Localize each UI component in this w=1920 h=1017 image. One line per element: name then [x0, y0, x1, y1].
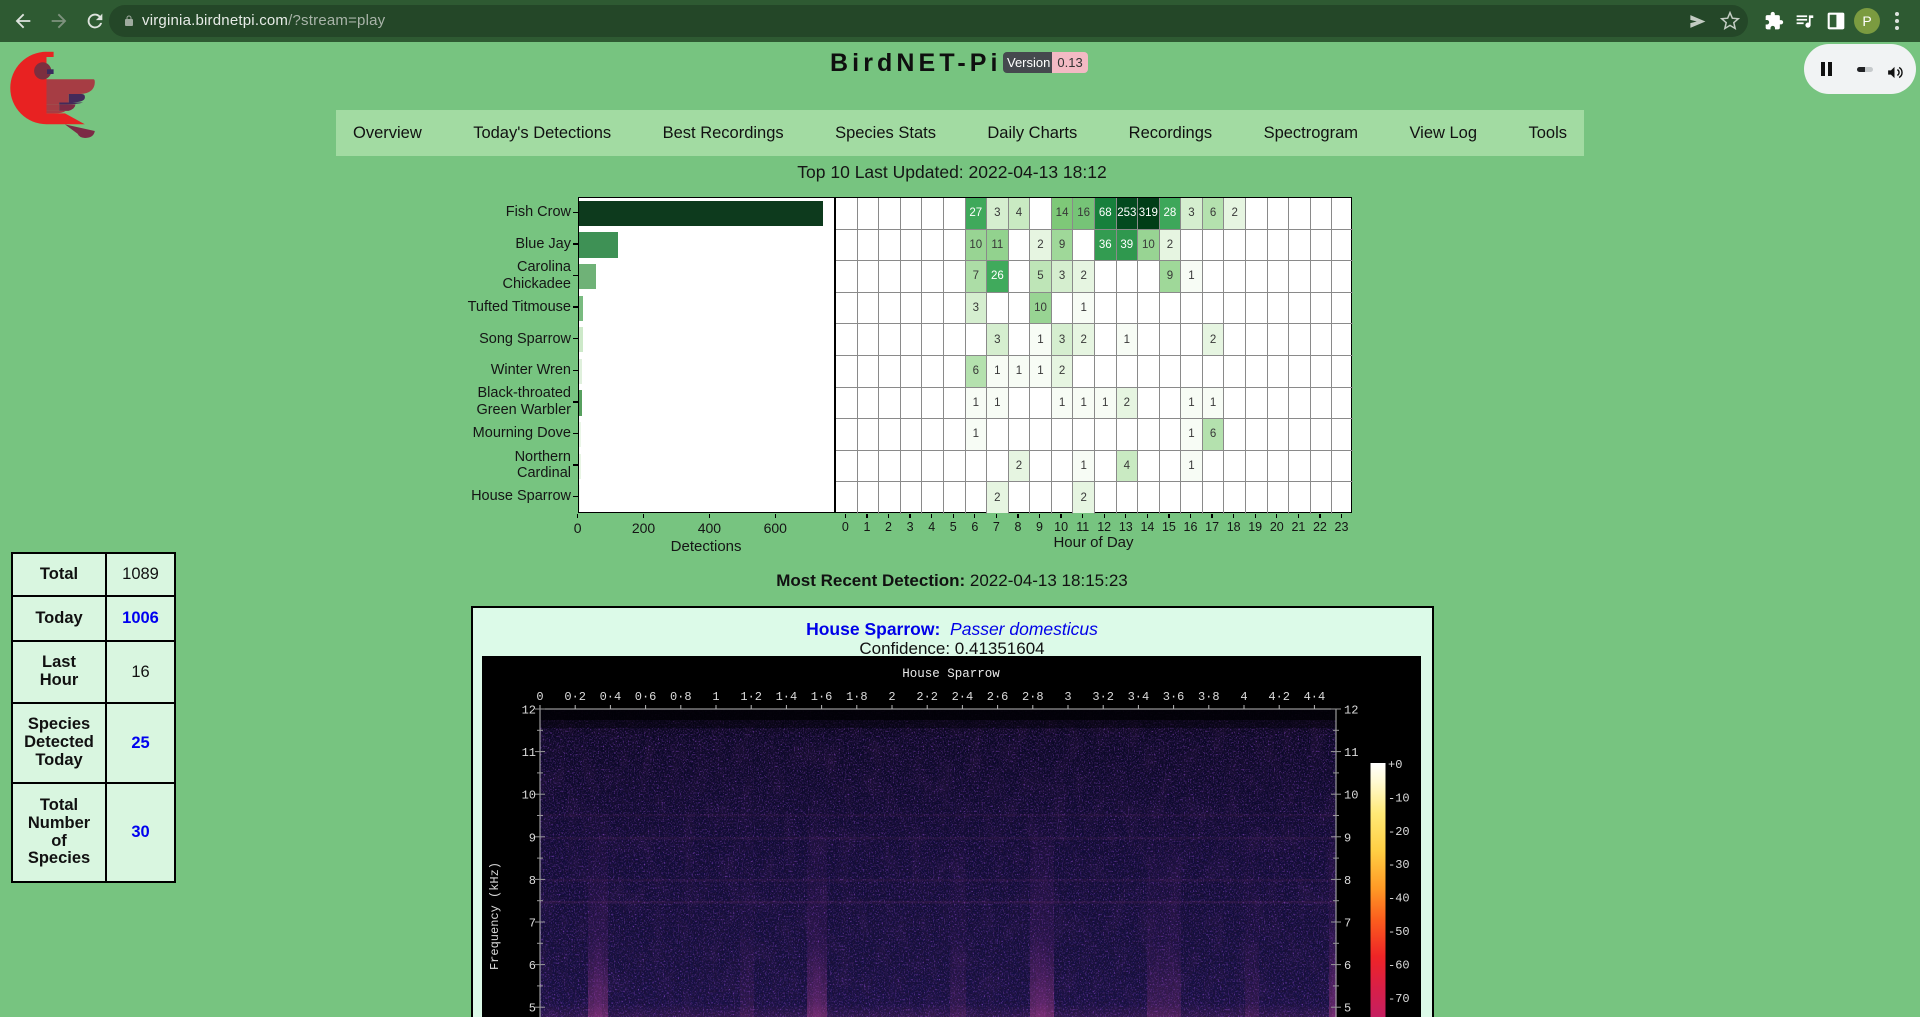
svg-text:7: 7 [1344, 917, 1351, 931]
svg-text:House Sparrow: House Sparrow [902, 667, 1000, 681]
svg-text:12: 12 [1344, 704, 1358, 718]
svg-text:11: 11 [521, 746, 535, 760]
svg-text:0·6: 0·6 [635, 690, 657, 704]
svg-text:7: 7 [529, 917, 536, 931]
svg-text:3·6: 3·6 [1163, 690, 1185, 704]
svg-text:10: 10 [1344, 789, 1358, 803]
svg-text:1·8: 1·8 [846, 690, 868, 704]
svg-text:2·4: 2·4 [951, 690, 973, 704]
svg-text:3: 3 [1064, 690, 1071, 704]
svg-text:2·8: 2·8 [1022, 690, 1044, 704]
svg-text:3·8: 3·8 [1198, 690, 1220, 704]
svg-text:1·4: 1·4 [775, 690, 797, 704]
svg-text:6: 6 [1344, 959, 1351, 973]
svg-text:4: 4 [1240, 690, 1247, 704]
svg-text:-40: -40 [1388, 892, 1410, 906]
svg-text:4·4: 4·4 [1303, 690, 1325, 704]
svg-text:1·6: 1·6 [811, 690, 833, 704]
svg-text:0·2: 0·2 [564, 690, 586, 704]
svg-text:+0: +0 [1388, 758, 1402, 772]
svg-text:3·4: 3·4 [1127, 690, 1149, 704]
svg-text:5: 5 [529, 1002, 536, 1016]
svg-text:2: 2 [888, 690, 895, 704]
svg-text:0: 0 [536, 690, 543, 704]
svg-text:9: 9 [1344, 831, 1351, 845]
svg-text:6: 6 [529, 959, 536, 973]
svg-text:2·2: 2·2 [916, 690, 938, 704]
svg-text:-60: -60 [1388, 958, 1410, 972]
svg-text:10: 10 [521, 789, 535, 803]
svg-text:11: 11 [1344, 746, 1358, 760]
svg-text:12: 12 [521, 704, 535, 718]
svg-text:-70: -70 [1388, 992, 1410, 1006]
svg-text:8: 8 [529, 874, 536, 888]
svg-text:1·2: 1·2 [740, 690, 762, 704]
svg-text:3·2: 3·2 [1092, 690, 1114, 704]
svg-text:1: 1 [712, 690, 719, 704]
svg-text:0·4: 0·4 [599, 690, 621, 704]
svg-text:-20: -20 [1388, 825, 1410, 839]
svg-text:-50: -50 [1388, 925, 1410, 939]
svg-text:5: 5 [1344, 1002, 1351, 1016]
svg-text:0·8: 0·8 [670, 690, 692, 704]
svg-text:-10: -10 [1388, 791, 1410, 805]
svg-text:-30: -30 [1388, 858, 1410, 872]
svg-text:2·6: 2·6 [987, 690, 1009, 704]
svg-text:8: 8 [1344, 874, 1351, 888]
svg-text:Frequency (kHz): Frequency (kHz) [488, 862, 502, 970]
svg-text:4·2: 4·2 [1268, 690, 1290, 704]
svg-text:9: 9 [529, 831, 536, 845]
